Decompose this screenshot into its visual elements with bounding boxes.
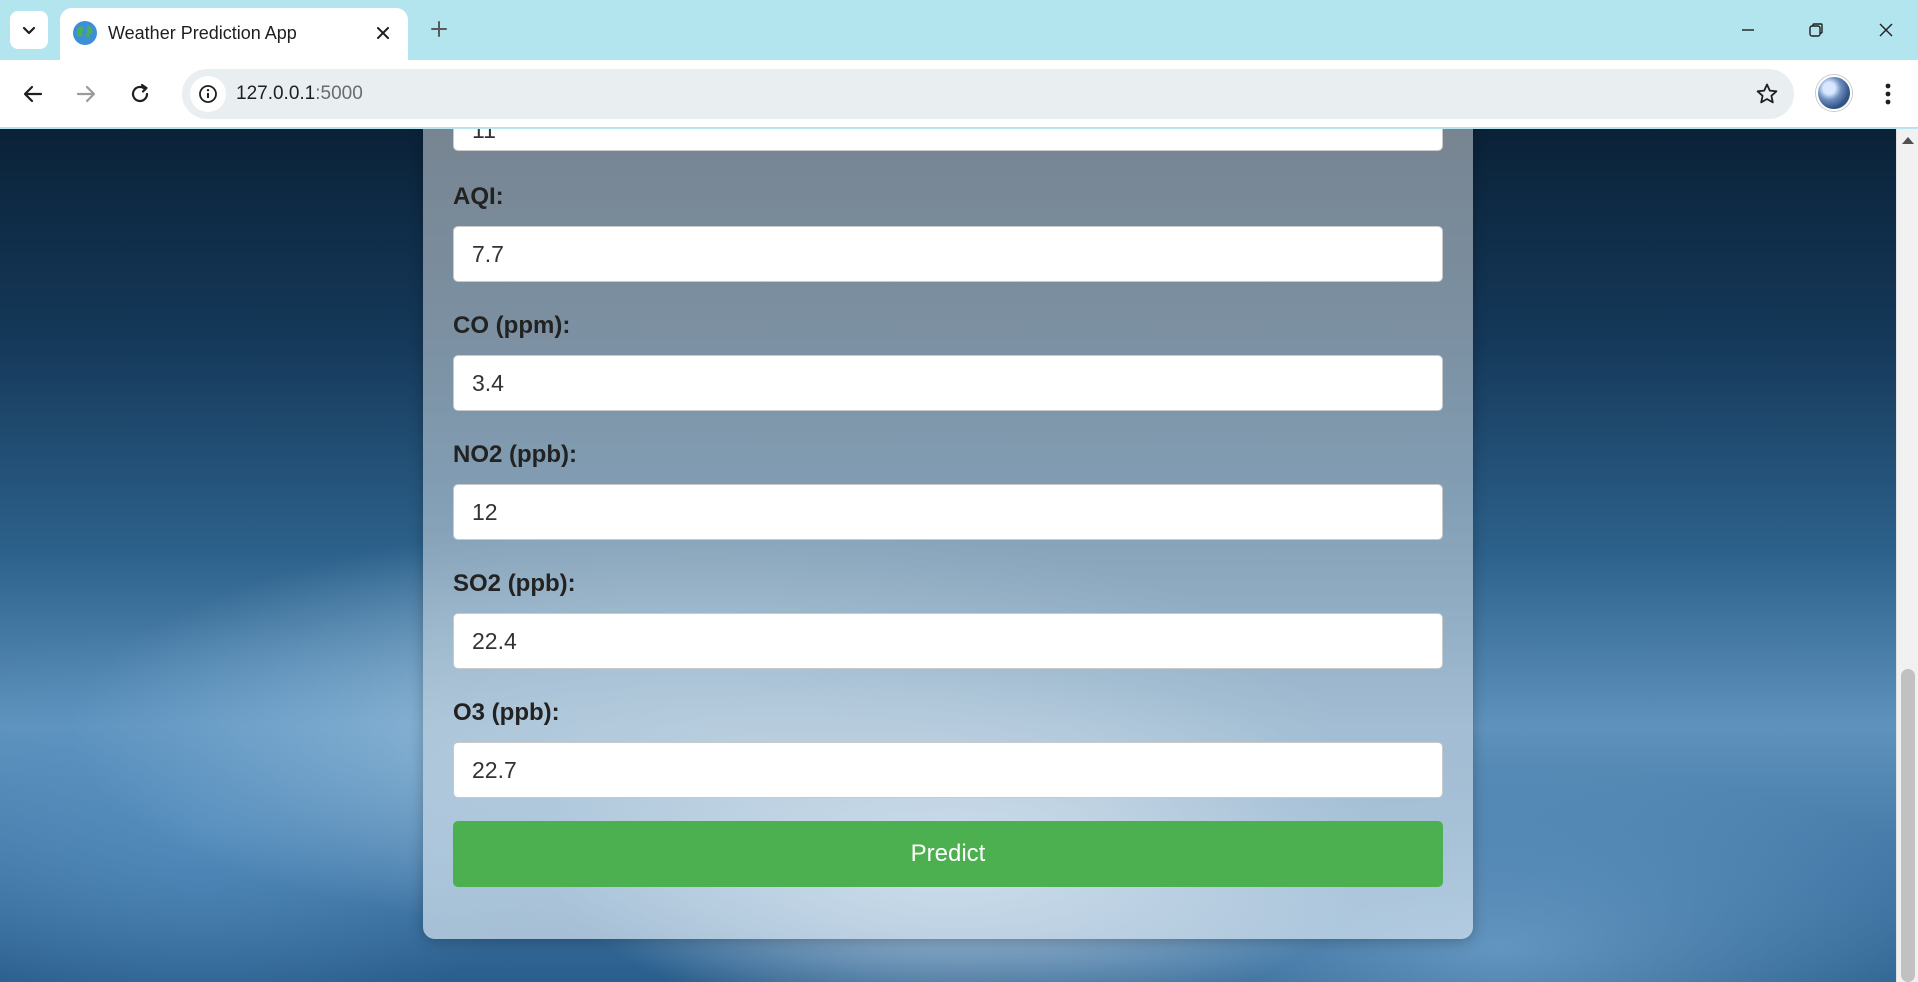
close-window-button[interactable] bbox=[1866, 10, 1906, 50]
tab-search-button[interactable] bbox=[10, 11, 48, 49]
scroll-thumb[interactable] bbox=[1901, 669, 1915, 982]
new-tab-button[interactable] bbox=[424, 14, 454, 44]
so2-label: SO2 (ppb): bbox=[453, 570, 576, 597]
minimize-button[interactable] bbox=[1728, 10, 1768, 50]
reload-icon bbox=[131, 83, 149, 103]
forward-button[interactable] bbox=[66, 74, 106, 114]
o3-label: O3 (ppb): bbox=[453, 699, 560, 726]
star-icon bbox=[1756, 83, 1778, 104]
so2-input[interactable] bbox=[453, 613, 1443, 669]
co-input[interactable] bbox=[453, 355, 1443, 411]
close-icon bbox=[377, 27, 389, 39]
reload-button[interactable] bbox=[120, 74, 160, 114]
prediction-form: AQI: CO (ppm): NO2 (ppb): SO2 (ppb): O3 … bbox=[423, 129, 1473, 939]
minimize-icon bbox=[1742, 29, 1754, 31]
no2-input[interactable] bbox=[453, 484, 1443, 540]
tab-strip: Weather Prediction App bbox=[0, 0, 1918, 60]
url-host: 127.0.0.1 bbox=[236, 83, 316, 104]
forward-icon bbox=[76, 85, 96, 103]
tab-title: Weather Prediction App bbox=[108, 23, 297, 43]
back-button[interactable] bbox=[13, 74, 53, 114]
back-icon bbox=[23, 85, 43, 103]
restore-button[interactable] bbox=[1796, 10, 1836, 50]
co-label: CO (ppm): bbox=[453, 312, 571, 339]
url-port: :5000 bbox=[315, 83, 363, 104]
vertical-scrollbar[interactable] bbox=[1896, 129, 1918, 982]
aqi-label: AQI: bbox=[453, 183, 504, 210]
bookmark-button[interactable] bbox=[1754, 81, 1780, 107]
active-tab[interactable]: Weather Prediction App bbox=[60, 8, 408, 60]
browser-toolbar: 127.0.0.1:5000 bbox=[0, 60, 1918, 128]
page-viewport: AQI: CO (ppm): NO2 (ppb): SO2 (ppb): O3 … bbox=[0, 129, 1918, 982]
close-icon bbox=[1879, 23, 1893, 37]
restore-icon bbox=[1809, 23, 1823, 37]
no2-label: NO2 (ppb): bbox=[453, 441, 577, 468]
chevron-down-icon bbox=[22, 26, 36, 35]
predict-button[interactable]: Predict bbox=[453, 821, 1443, 887]
o3-input[interactable] bbox=[453, 742, 1443, 798]
previous-field-input[interactable] bbox=[453, 129, 1443, 151]
scroll-up-arrow-icon[interactable] bbox=[1902, 137, 1914, 144]
address-bar[interactable]: 127.0.0.1:5000 bbox=[182, 69, 1794, 119]
plus-icon bbox=[431, 21, 447, 37]
url-text[interactable]: 127.0.0.1:5000 bbox=[236, 83, 363, 105]
site-info-button[interactable] bbox=[190, 76, 226, 112]
aqi-input[interactable] bbox=[453, 226, 1443, 282]
tab-close-button[interactable] bbox=[372, 22, 394, 44]
globe-favicon-icon bbox=[73, 21, 97, 45]
profile-avatar[interactable] bbox=[1816, 75, 1852, 111]
kebab-menu-icon bbox=[1885, 83, 1891, 105]
info-icon bbox=[199, 85, 217, 103]
browser-menu-button[interactable] bbox=[1870, 74, 1906, 114]
